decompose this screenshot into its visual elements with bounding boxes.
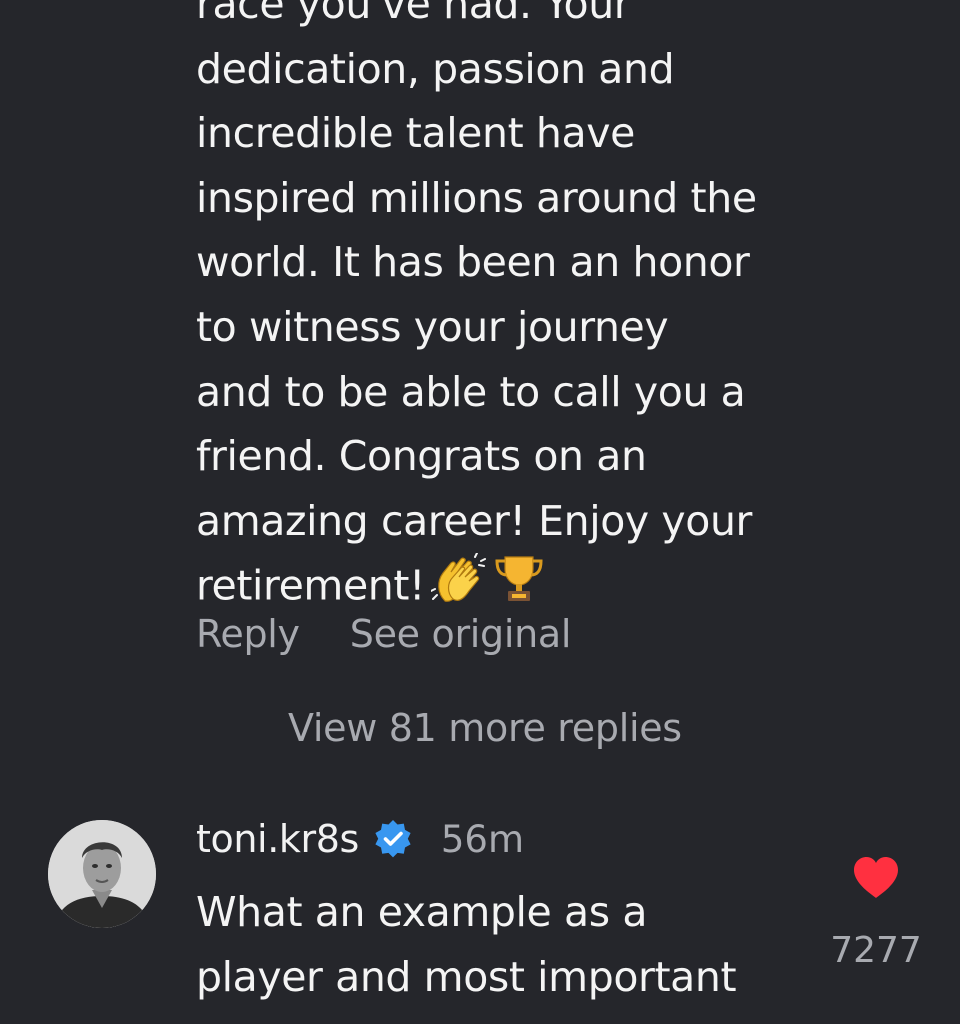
see-original-button[interactable]: See original xyxy=(350,612,572,656)
comment-line: to witness your journey xyxy=(196,302,669,351)
comment-line: and to be able to call you a xyxy=(196,367,746,416)
comment-timestamp: 56m xyxy=(440,817,524,861)
username-link[interactable]: toni.kr8s xyxy=(196,817,359,861)
reply-button[interactable]: Reply xyxy=(196,612,300,656)
heart-icon[interactable] xyxy=(852,856,900,900)
comment-line: dedication, passion and xyxy=(196,44,675,93)
comment-line: incredible talent have xyxy=(196,109,635,158)
comment-line: What an example as a xyxy=(196,888,648,936)
comment-header: toni.kr8s 56m xyxy=(196,812,524,866)
comment-line: amazing career! Enjoy your xyxy=(196,496,752,545)
verified-badge-icon xyxy=(373,819,413,859)
comment-actions: Reply See original xyxy=(196,612,571,656)
comment-line: race you've had. Your xyxy=(196,0,631,28)
comment-line: world. It has been an honor xyxy=(196,238,750,287)
like-count: 7277 xyxy=(830,930,922,971)
like-section: 7277 xyxy=(826,856,926,971)
comment-text: What an example as a player and most imp… xyxy=(196,880,836,1009)
avatar[interactable] xyxy=(48,820,156,928)
comment-line: friend. Congrats on an xyxy=(196,432,647,481)
comment-line: retirement! xyxy=(196,561,426,610)
view-more-replies-button[interactable]: View 81 more replies xyxy=(288,706,682,750)
comment-line: player and most important xyxy=(196,952,737,1001)
previous-comment-text: race you've had. Your dedication, passio… xyxy=(196,0,836,624)
comment-line: inspired millions around the xyxy=(196,173,757,222)
